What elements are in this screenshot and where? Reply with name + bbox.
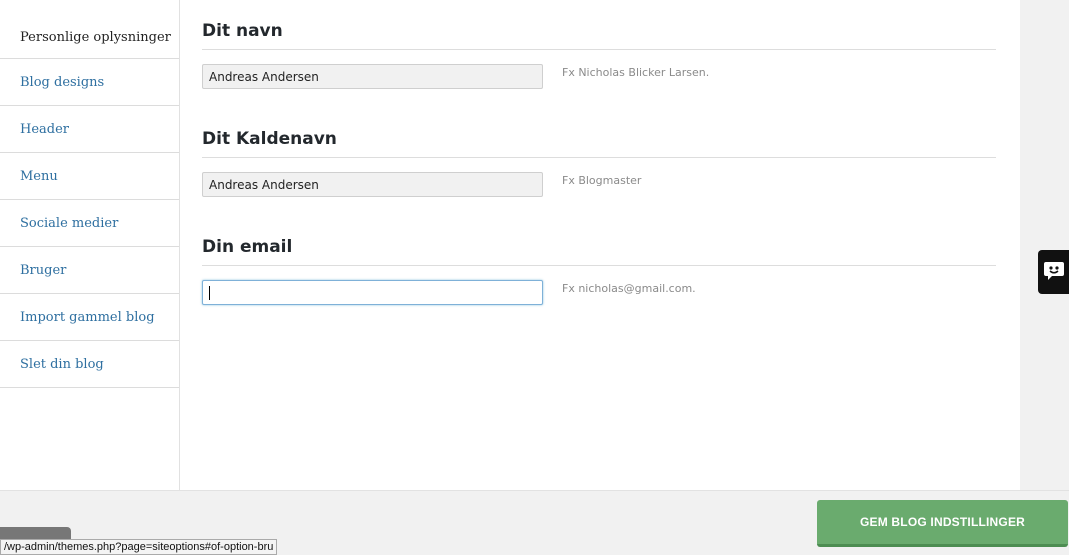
sidebar-item-import-old-blog[interactable]: Import gammel blog (0, 294, 179, 341)
email-input[interactable] (202, 280, 543, 305)
sidebar-item-header[interactable]: Header (0, 106, 179, 153)
save-settings-button[interactable]: GEM BLOG INDSTILLINGER (817, 500, 1068, 547)
sidebar-item-personal-info[interactable]: Personlige oplysninger (0, 0, 179, 59)
name-hint: Fx Nicholas Blicker Larsen. (562, 66, 710, 79)
sidebar-item-delete-blog[interactable]: Slet din blog (0, 341, 179, 388)
sidebar-item-label: Slet din blog (20, 356, 104, 372)
right-gutter (1020, 0, 1069, 490)
section-title-name: Dit navn (202, 21, 996, 50)
sidebar-item-social-media[interactable]: Sociale medier (0, 200, 179, 247)
sidebar-item-label: Blog designs (20, 74, 105, 90)
sidebar-item-label: Sociale medier (20, 215, 119, 231)
sidebar-item-label: Header (20, 121, 70, 137)
sidebar-item-user[interactable]: Bruger (0, 247, 179, 294)
section-title-nickname: Dit Kaldenavn (202, 129, 996, 158)
section-title-email: Din email (202, 237, 996, 266)
settings-sidebar: Personlige oplysninger Blog designs Head… (0, 0, 180, 490)
sidebar-item-label: Import gammel blog (20, 309, 155, 325)
text-caret (209, 285, 210, 300)
sidebar-item-label: Menu (20, 168, 58, 184)
chat-bubble-icon (1043, 259, 1065, 286)
chat-widget-button[interactable] (1038, 250, 1069, 294)
name-input-value: Andreas Andersen (209, 69, 319, 84)
sidebar-item-label: Personlige oplysninger (20, 29, 171, 45)
sidebar-item-menu[interactable]: Menu (0, 153, 179, 200)
sidebar-item-blog-designs[interactable]: Blog designs (0, 59, 179, 106)
sidebar-item-label: Bruger (20, 262, 67, 278)
name-input[interactable]: Andreas Andersen (202, 64, 543, 89)
nickname-hint: Fx Blogmaster (562, 174, 642, 187)
email-hint: Fx nicholas@gmail.com. (562, 282, 696, 295)
status-bar-url: /wp-admin/themes.php?page=siteoptions#of… (0, 539, 278, 555)
nickname-input-value: Andreas Andersen (209, 177, 319, 192)
nickname-input[interactable]: Andreas Andersen (202, 172, 543, 197)
